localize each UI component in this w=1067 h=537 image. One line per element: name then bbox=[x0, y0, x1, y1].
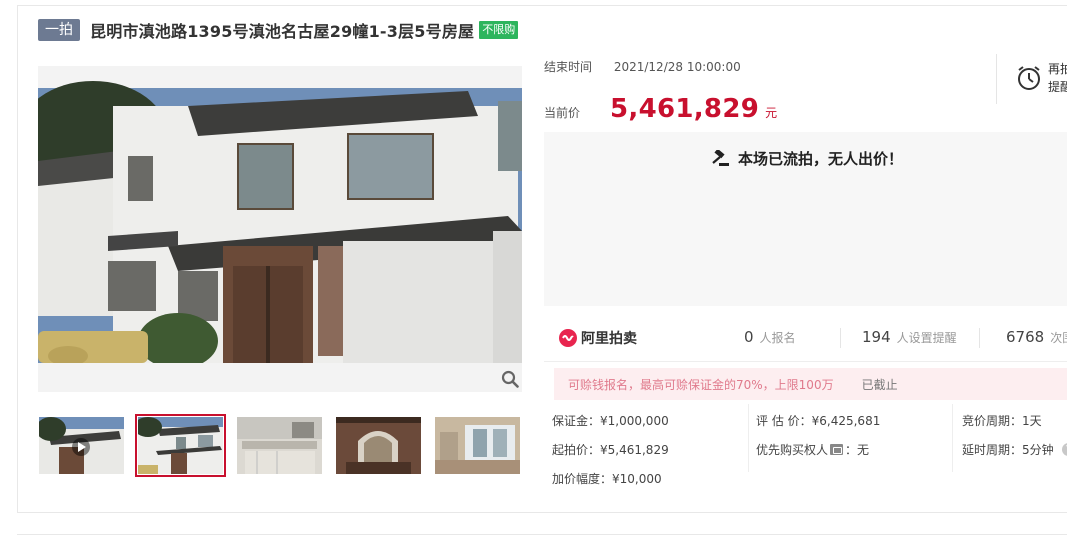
main-property-image[interactable] bbox=[38, 66, 522, 392]
purchase-limit-badge: 不限购 bbox=[479, 21, 519, 39]
end-time-label: 结束时间 bbox=[544, 60, 593, 74]
thumbnail-kitchen[interactable] bbox=[237, 417, 322, 474]
auction-details: 保证金：¥1,000,000 起拍价：¥5,461,829 加价幅度：¥10,0… bbox=[550, 404, 1067, 504]
stat-divider bbox=[979, 328, 980, 348]
auction-card: 一拍 昆明市滇池路1395号滇池名古屋29幢1-3层5号房屋 不限购 结束时间 … bbox=[17, 5, 1067, 513]
delay-cycle: 延时周期：5分钟 ? bbox=[962, 441, 1067, 458]
priority-buyer-value: ：无 bbox=[845, 443, 870, 457]
auction-title: 昆明市滇池路1395号滇池名古屋29幢1-3层5号房屋 bbox=[90, 22, 475, 41]
current-price-row: 当前价 5,461,829 元 bbox=[544, 94, 777, 124]
registrations-stat: 0 人报名 bbox=[744, 328, 796, 346]
stat-divider bbox=[840, 328, 841, 348]
deposit-amount: 保证金：¥1,000,000 bbox=[552, 414, 669, 428]
ali-auction-logo-icon bbox=[559, 329, 577, 347]
reminders-count: 194 bbox=[862, 328, 891, 346]
bid-increment: 加价幅度：¥10,000 bbox=[552, 472, 662, 486]
reminders-label: 人设置提醒 bbox=[896, 331, 957, 345]
thumbnail-living-room[interactable] bbox=[435, 417, 520, 474]
logo-text: 阿里拍卖 bbox=[581, 331, 637, 347]
start-price: 起拍价：¥5,461,829 bbox=[552, 443, 669, 457]
thumbnail-active[interactable] bbox=[135, 414, 226, 477]
deposit-credit-bar[interactable]: 可赊钱报名，最高可赊保证金的70%，上限100万 已截止 bbox=[554, 368, 1067, 400]
current-price-value: 5,461,829 bbox=[610, 94, 760, 124]
auction-status-panel: 本场已流拍，无人出价！ bbox=[544, 132, 1067, 306]
views-stat: 6768 次围观 bbox=[1006, 328, 1067, 346]
price-unit: 元 bbox=[765, 106, 778, 120]
gavel-icon bbox=[712, 149, 729, 166]
priority-buyer: 优先购买权人 ：无 bbox=[756, 441, 869, 458]
deposit-credit-status: 已截止 bbox=[861, 377, 898, 392]
thumbnail-video[interactable] bbox=[39, 417, 124, 474]
relist-reminder-label: 再拍提醒 bbox=[1048, 62, 1067, 94]
zoom-button[interactable] bbox=[498, 367, 522, 391]
magnifier-icon bbox=[501, 370, 519, 388]
stats-row: 阿里拍卖 0 人报名 194 人设置提醒 6768 次围观 bbox=[544, 316, 1067, 362]
registrations-label: 人报名 bbox=[759, 331, 796, 345]
alarm-clock-icon bbox=[1018, 66, 1040, 90]
deposit-credit-message: 可赊钱报名，最高可赊保证金的70%，上限100万 bbox=[568, 377, 834, 392]
bottom-divider bbox=[17, 534, 1067, 535]
views-count: 6768 bbox=[1006, 328, 1045, 346]
auction-status: 本场已流拍，无人出价！ bbox=[710, 148, 903, 169]
title-row: 一拍 昆明市滇池路1395号滇池名古屋29幢1-3层5号房屋 不限购 bbox=[38, 18, 519, 42]
appraisal-price: 评 估 价：¥6,425,681 bbox=[756, 414, 881, 428]
reminders-stat: 194 人设置提醒 bbox=[862, 328, 957, 346]
thumbnail-strip bbox=[39, 414, 520, 477]
relist-reminder-button[interactable]: 再拍提醒 bbox=[1016, 60, 1067, 96]
bid-cycle: 竞价周期：1天 bbox=[962, 414, 1042, 428]
round-badge: 一拍 bbox=[38, 19, 80, 41]
views-label: 次围观 bbox=[1050, 331, 1067, 345]
end-time-value: 2021/12/28 10:00:00 bbox=[613, 60, 741, 74]
registrations-count: 0 bbox=[744, 328, 754, 346]
end-time-row: 结束时间 2021/12/28 10:00:00 bbox=[544, 58, 741, 75]
ali-auction-logo: 阿里拍卖 bbox=[558, 328, 637, 348]
priority-info-icon[interactable] bbox=[830, 444, 844, 455]
thumbnail-bedroom[interactable] bbox=[336, 417, 421, 474]
status-text: 本场已流拍，无人出价！ bbox=[738, 150, 904, 168]
auction-info-panel: 结束时间 2021/12/28 10:00:00 当前价 5,461,829 元… bbox=[522, 46, 1067, 516]
current-price-label: 当前价 bbox=[544, 106, 581, 120]
help-icon[interactable]: ? bbox=[1061, 443, 1067, 456]
delay-cycle-text: 延时周期：5分钟 bbox=[962, 443, 1054, 457]
auction-page: 一拍 昆明市滇池路1395号滇池名古屋29幢1-3层5号房屋 不限购 结束时间 … bbox=[0, 0, 1067, 537]
reminder-divider bbox=[996, 54, 997, 104]
priority-buyer-label: 优先购买权人 bbox=[756, 443, 829, 457]
